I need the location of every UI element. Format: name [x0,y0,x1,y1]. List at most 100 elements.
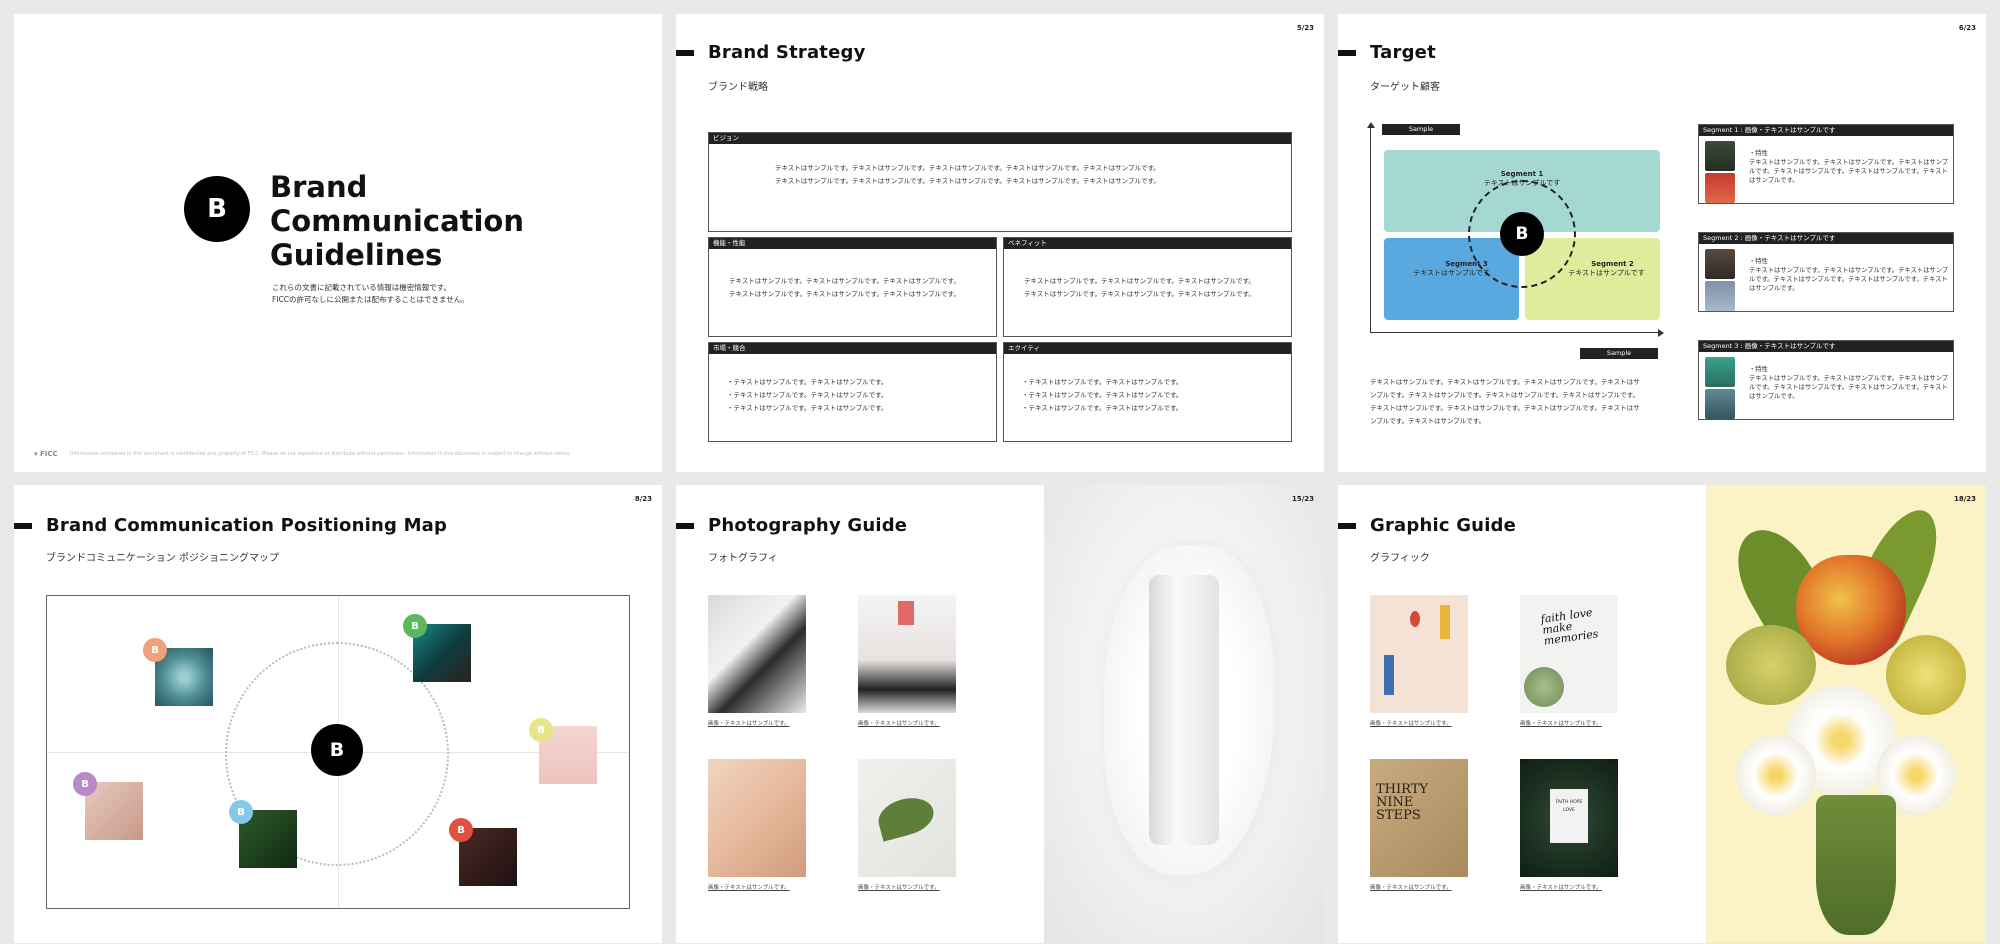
slide-title: Brand Communication Positioning Map [46,515,448,536]
segment-text: テキストはサンプルです [1568,269,1645,277]
stem-bundle [1816,795,1896,935]
slide-graphic-guide[interactable]: Graphic Guide グラフィック 画像・テキストはサンプルです。 fai… [1338,485,1986,943]
card-header: Segment 3 : 画像・テキストはサンプルです [1699,341,1953,352]
card-header: Segment 2 : 画像・テキストはサンプルです [1699,233,1953,244]
card-feature: ・特性 [1749,258,1768,265]
photo-caption: 画像・テキストはサンプルです。 [1520,885,1602,891]
cover-title: Brand Communication Guidelines [270,170,524,272]
photo-caption: 画像・テキストはサンプルです。 [708,721,790,727]
box-body: テキストはサンプルです。テキストはサンプルです。 テキストはサンプルです。テキス… [709,354,996,415]
bullet-item: テキストはサンプルです。テキストはサンプルです。 [1022,389,1291,402]
slide-subtitle: ブランドコミュニケーション ポジショニングマップ [46,553,279,564]
yellow-flower [1726,625,1816,705]
page-number: 5/23 [1296,24,1314,32]
benefit-box: ベネフィット テキストはサンプルです。テキストはサンプルです。テキストはサンプル… [1003,237,1292,337]
illustration-figure [1384,655,1394,695]
hero-product-image [1044,485,1324,943]
brand-dot-green: B [403,614,427,638]
ficc-logo: ▾ FICC [34,450,58,458]
box-body: テキストはサンプルです。テキストはサンプルです。テキストはサンプルです。テキスト… [709,144,1291,188]
slide-subtitle: ブランド戦略 [708,82,768,93]
slide-cover[interactable]: B Brand Communication Guidelines これらの文書に… [14,14,662,472]
slide-title: Target [1370,42,1436,63]
slide-target[interactable]: 6/23 Target ターゲット顧客 Sample Sample Segmen… [1338,14,1986,472]
target-body-text: テキストはサンプルです。テキストはサンプルです。テキストはサンプルです。テキスト… [1370,376,1640,428]
card-on-leaves: FAITH HOPE LOVE [1520,759,1618,877]
photo-woman [708,595,806,713]
photo-leaf [858,759,956,877]
bullet-item: テキストはサンプルです。テキストはサンプルです。 [727,389,996,402]
box-text-line: テキストはサンプルです。テキストはサンプルです。テキストはサンプルです。 [1024,290,1255,298]
card-text: ・特性 テキストはサンプルです。テキストはサンプルです。テキストはサンプルです。テ… [1749,365,1949,401]
segment-label: Segment 2 [1591,260,1634,268]
box-body: テキストはサンプルです。テキストはサンプルです。 テキストはサンプルです。テキス… [1004,354,1291,415]
box-body: テキストはサンプルです。テキストはサンプルです。テキストはサンプルです。 テキス… [1004,249,1291,301]
card-text: ・特性テキストはサンプルです。テキストはサンプルです。テキストはサンプルです。テ… [1749,149,1949,185]
body-line: ンプルです。テキストはサンプルです。テキストはサンプルです。テキストはサンプルで… [1370,391,1640,399]
equity-box: エクイティ テキストはサンプルです。テキストはサンプルです。 テキストはサンプル… [1003,342,1292,442]
segment-card: Segment 2 : 画像・テキストはサンプルです ・特性 テキストはサンプルで… [1698,232,1954,312]
body-line: テキストはサンプルです。テキストはサンプルです。テキストはサンプルです。テキスト… [1370,404,1640,412]
body-line: テキストはサンプルです。テキストはサンプルです。テキストはサンプルです。テキスト… [1370,378,1640,386]
brand-dot-purple: B [73,772,97,796]
box-text-line: テキストはサンプルです。テキストはサンプルです。テキストはサンプルです。 [729,290,960,298]
brand-dot-orange: B [143,638,167,662]
lettering-card: faith love make memories [1520,595,1618,713]
photo-caption: 画像・テキストはサンプルです。 [1520,721,1602,727]
brand-logo-b: B [311,724,363,776]
slide-subtitle: ターゲット顧客 [1370,82,1440,93]
card-header: Segment 1 : 画像・テキストはサンプルです [1699,125,1953,136]
title-bar-marker [1338,50,1356,56]
photo-laptop [858,595,956,713]
sample-tag: Sample [1382,124,1460,135]
daffodil-flower [1736,735,1816,815]
person-photo [1705,389,1735,419]
box-header: 機能・性能 [709,238,996,249]
confidential-note-line: これらの文書に記載されている情報は機密情報です。 [272,283,452,292]
slide-positioning-map[interactable]: 8/23 Brand Communication Positioning Map… [14,485,662,943]
segment-card: Segment 3 : 画像・テキストはサンプルです ・特性 テキストはサンプルで… [1698,340,1954,420]
axis-arrow-right-icon [1658,329,1664,337]
bullet-item: テキストはサンプルです。テキストはサンプルです。 [1022,402,1291,415]
title-bar-marker [676,50,694,56]
photo-caption: 画像・テキストはサンプルです。 [1370,721,1452,727]
title-bar-marker [14,523,32,529]
brand-logo-b: B [184,176,250,242]
page-number: 6/23 [1958,24,1976,32]
title-bar-marker [676,523,694,529]
person-photo [1705,357,1735,387]
card-text: FAITH HOPE LOVE [1550,789,1588,843]
body-line: ンプルです。テキストはサンプルです。 [1370,417,1486,425]
person-photo [1705,141,1735,171]
function-box: 機能・性能 テキストはサンプルです。テキストはサンプルです。テキストはサンプルで… [708,237,997,337]
card-feature: ・特性 [1749,150,1768,157]
card-body: テキストはサンプルです。テキストはサンプルです。テキストはサンプルです。テキスト… [1749,159,1949,184]
box-text-line: テキストはサンプルです。テキストはサンプルです。テキストはサンプルです。 [729,277,960,285]
box-text-line: テキストはサンプルです。テキストはサンプルです。テキストはサンプルです。 [1024,277,1255,285]
box-header: 市場・競合 [709,343,996,354]
leaf-shape [874,792,938,842]
slide-photography-guide[interactable]: 15/23 Photography Guide フォトグラフィ 画像・テキストは… [676,485,1324,943]
photo-makeup [708,759,806,877]
box-header: ビジョン [709,133,1291,144]
brand-logo-b: B [1500,212,1544,256]
card-body: テキストはサンプルです。テキストはサンプルです。テキストはサンプルです。テキスト… [1749,375,1949,400]
vision-box: ビジョン テキストはサンプルです。テキストはサンプルです。テキストはサンプルです… [708,132,1292,232]
brand-dot-yellow: B [529,718,553,742]
slide-title: Photography Guide [708,515,908,536]
slide-brand-strategy[interactable]: 5/23 Brand Strategy ブランド戦略 ビジョン テキストはサンプ… [676,14,1324,472]
book-title-text: THIRTY NINE STEPS [1376,782,1428,823]
bullet-item: テキストはサンプルです。テキストはサンプルです。 [1022,376,1291,389]
photo-caption: 画像・テキストはサンプルです。 [1370,885,1452,891]
yellow-flower [1886,635,1966,715]
segment-card: Segment 1 : 画像・テキストはサンプルです ・特性テキストはサンプルで… [1698,124,1954,204]
box-text-line: テキストはサンプルです。テキストはサンプルです。テキストはサンプルです。テキスト… [775,164,1160,172]
leaf-shape [1524,667,1564,707]
laptop-figure [898,601,914,625]
box-header: エクイティ [1004,343,1291,354]
illustration-flower [1410,611,1420,627]
tulip-flower [1796,555,1906,665]
photo-caption: 画像・テキストはサンプルです。 [708,885,790,891]
x-axis [1370,332,1660,333]
market-box: 市場・競合 テキストはサンプルです。テキストはサンプルです。 テキストはサンプル… [708,342,997,442]
